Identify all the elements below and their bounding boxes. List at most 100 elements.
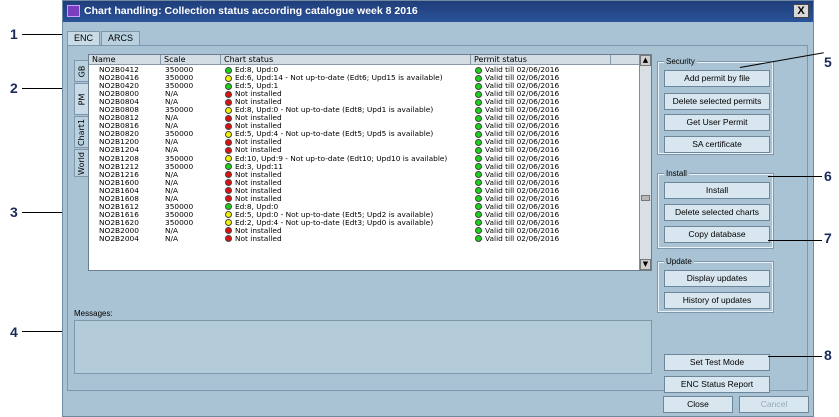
scroll-down-icon[interactable]: ▼ — [640, 259, 651, 270]
table-rows: NO2B0412 350000 Ed:8, Upd:0 Valid till 02/0… — [89, 66, 639, 243]
tab-world[interactable]: World — [74, 149, 89, 177]
status-indicator-icon — [225, 90, 232, 98]
update-label: Update — [664, 257, 694, 266]
row-permit-status: Valid till 02/06/2016 — [485, 233, 560, 243]
status-indicator-icon — [225, 219, 232, 227]
status-indicator-icon — [225, 163, 232, 171]
permit-indicator-icon — [475, 146, 482, 154]
callout-line-7 — [768, 240, 822, 241]
permit-indicator-icon — [475, 90, 482, 98]
permit-indicator-icon — [475, 211, 482, 219]
tab-gb[interactable]: GB — [74, 60, 89, 82]
chart-table: Name Scale Chart status Permit status NO… — [88, 54, 652, 271]
get-user-permit-button[interactable]: Get User Permit — [664, 114, 770, 131]
display-updates-button[interactable]: Display updates — [664, 270, 770, 287]
title-bar: Chart handling: Collection status accord… — [63, 1, 813, 22]
status-indicator-icon — [225, 114, 232, 122]
delete-selected-permits-button[interactable]: Delete selected permits — [664, 93, 770, 110]
status-indicator-icon — [225, 203, 232, 211]
messages-label: Messages: — [74, 309, 113, 318]
status-indicator-icon — [225, 66, 232, 74]
install-label: Install — [664, 169, 689, 178]
status-indicator-icon — [225, 171, 232, 179]
status-indicator-icon — [225, 179, 232, 187]
callout-7: 7 — [824, 230, 832, 246]
permit-indicator-icon — [475, 195, 482, 203]
tab-pm[interactable]: PM — [74, 83, 89, 115]
status-indicator-icon — [225, 227, 232, 235]
table-row[interactable]: NO2B2004 N/A Not installed Valid till 02/06… — [89, 233, 639, 243]
scroll-thumb[interactable] — [641, 195, 650, 201]
sa-certificate-button[interactable]: SA certificate — [664, 136, 770, 153]
permit-indicator-icon — [475, 179, 482, 187]
status-indicator-icon — [225, 155, 232, 163]
status-indicator-icon — [225, 235, 232, 243]
status-indicator-icon — [225, 106, 232, 114]
col-permit-status-header[interactable]: Permit status — [471, 55, 611, 65]
callout-3: 3 — [10, 204, 18, 220]
status-indicator-icon — [225, 122, 232, 130]
col-name-header[interactable]: Name — [89, 55, 161, 65]
permit-indicator-icon — [475, 114, 482, 122]
status-indicator-icon — [225, 130, 232, 138]
permit-indicator-icon — [475, 219, 482, 227]
cancel-button[interactable]: Cancel — [739, 396, 809, 413]
enc-panel: GB PM Chart1 World Name Scale Chart stat… — [67, 45, 808, 393]
callout-6: 6 — [824, 168, 832, 184]
permit-indicator-icon — [475, 106, 482, 114]
permit-indicator-icon — [475, 187, 482, 195]
status-indicator-icon — [225, 74, 232, 82]
permit-indicator-icon — [475, 122, 482, 130]
permit-indicator-icon — [475, 138, 482, 146]
permit-indicator-icon — [475, 98, 482, 106]
status-indicator-icon — [225, 82, 232, 90]
tab-chart1[interactable]: Chart1 — [74, 116, 89, 148]
permit-indicator-icon — [475, 227, 482, 235]
row-scale: N/A — [165, 233, 179, 243]
callout-line-6 — [768, 176, 822, 177]
col-chart-status-header[interactable]: Chart status — [221, 55, 471, 65]
enc-status-report-button[interactable]: ENC Status Report — [664, 376, 770, 393]
security-label: Security — [664, 57, 697, 66]
install-button[interactable]: Install — [664, 182, 770, 199]
permit-indicator-icon — [475, 66, 482, 74]
delete-selected-charts-button[interactable]: Delete selected charts — [664, 204, 770, 221]
callout-8: 8 — [824, 347, 832, 363]
row-name: NO2B2004 — [99, 233, 139, 243]
scroll-up-icon[interactable]: ▲ — [640, 55, 651, 66]
callout-1: 1 — [10, 26, 18, 42]
tab-arcs[interactable]: ARCS — [101, 31, 141, 46]
status-indicator-icon — [225, 138, 232, 146]
messages-box[interactable] — [74, 320, 652, 374]
chart-type-tabs: ENC ARCS — [67, 31, 141, 47]
callout-4: 4 — [10, 324, 18, 340]
set-test-mode-button[interactable]: Set Test Mode — [664, 354, 770, 371]
add-permit-by-file-button[interactable]: Add permit by file — [664, 70, 770, 87]
window-title: Chart handling: Collection status accord… — [84, 5, 418, 17]
table-scrollbar[interactable]: ▲ ▼ — [639, 55, 651, 270]
callout-2: 2 — [10, 80, 18, 96]
permit-indicator-icon — [475, 74, 482, 82]
col-scale-header[interactable]: Scale — [161, 55, 221, 65]
status-indicator-icon — [225, 187, 232, 195]
close-icon[interactable]: X — [793, 4, 809, 18]
table-header: Name Scale Chart status Permit status — [89, 55, 639, 65]
permit-indicator-icon — [475, 130, 482, 138]
callout-line-8 — [768, 356, 822, 357]
history-of-updates-button[interactable]: History of updates — [664, 292, 770, 309]
permit-indicator-icon — [475, 163, 482, 171]
chart-handling-window: Chart handling: Collection status accord… — [62, 0, 814, 417]
status-indicator-icon — [225, 146, 232, 154]
close-button[interactable]: Close — [663, 396, 733, 413]
callout-5: 5 — [824, 54, 832, 70]
permit-indicator-icon — [475, 82, 482, 90]
permit-indicator-icon — [475, 235, 482, 243]
permit-indicator-icon — [475, 155, 482, 163]
row-chart-status: Not installed — [235, 233, 282, 243]
status-indicator-icon — [225, 195, 232, 203]
app-icon — [67, 5, 80, 17]
status-indicator-icon — [225, 211, 232, 219]
status-indicator-icon — [225, 98, 232, 106]
permit-indicator-icon — [475, 171, 482, 179]
copy-database-button[interactable]: Copy database — [664, 226, 770, 243]
